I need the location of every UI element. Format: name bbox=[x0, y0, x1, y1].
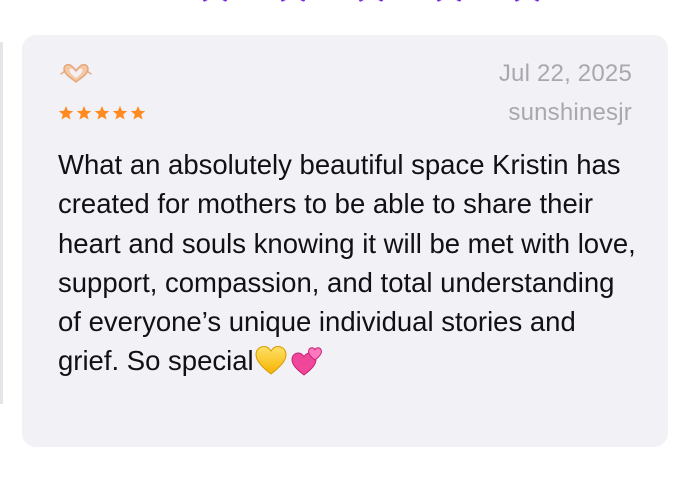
star-outline-icon[interactable] bbox=[430, 0, 468, 12]
review-rating bbox=[58, 105, 146, 121]
previous-card-edge bbox=[0, 42, 3, 404]
yellow-heart-icon bbox=[255, 346, 287, 376]
star-outline-icon[interactable] bbox=[352, 0, 390, 12]
tap-to-rate-stars[interactable] bbox=[196, 0, 546, 12]
heart-hands-icon bbox=[60, 63, 92, 83]
star-filled-icon bbox=[94, 106, 110, 120]
review-date: Jul 22, 2025 bbox=[498, 60, 632, 87]
review-body-text: What an absolutely beautiful space Krist… bbox=[58, 149, 636, 377]
star-filled-icon bbox=[58, 106, 74, 120]
star-filled-icon bbox=[76, 106, 92, 120]
review-card[interactable]: Jul 22, 2025 sunshinesjr What an absolut… bbox=[22, 35, 668, 447]
star-outline-icon[interactable] bbox=[196, 0, 234, 12]
star-filled-icon bbox=[130, 106, 146, 120]
review-screen: Jul 22, 2025 sunshinesjr What an absolut… bbox=[0, 0, 684, 480]
star-outline-icon[interactable] bbox=[274, 0, 312, 12]
review-body: What an absolutely beautiful space Krist… bbox=[58, 145, 638, 381]
star-outline-icon[interactable] bbox=[508, 0, 546, 12]
star-filled-icon bbox=[112, 106, 128, 120]
two-hearts-icon bbox=[291, 347, 322, 377]
review-author: sunshinesjr bbox=[508, 99, 632, 126]
